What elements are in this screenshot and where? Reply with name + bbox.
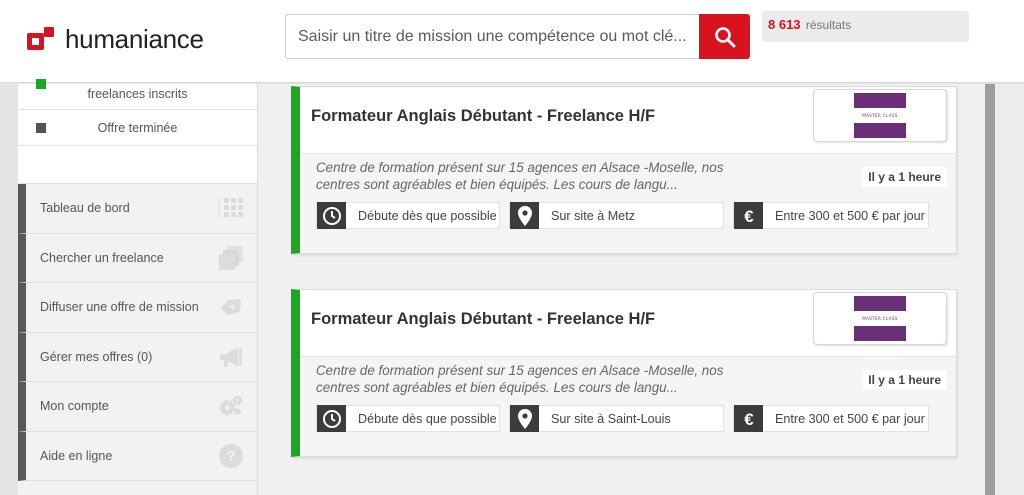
sidebar-item-label: Aide en ligne [40,448,113,463]
start-date-box: Débute dès que possible [316,202,500,229]
search-button[interactable] [699,14,750,59]
legend-item-registered: freelances inscrits [18,79,257,110]
broadcast-icon [218,294,244,320]
offer-time: Il y a 1 heure [862,370,947,390]
search-icon [714,26,735,47]
help-circle-icon: ? [218,443,244,469]
sidebar: freelances inscrits Offre terminée Table… [18,79,258,495]
offer-title[interactable]: Formateur Anglais Débutant - Freelance H… [311,310,655,329]
results-label: résultats [805,18,852,32]
company-logo-text: MASTER CLASS [862,316,898,321]
search-input[interactable] [285,14,699,59]
dashboard-grid-icon [218,195,244,221]
legend-label: Offre terminée [97,121,178,135]
sidebar-item-dashboard[interactable]: Tableau de bord [18,184,257,234]
clock-icon [317,202,346,229]
euro-icon: € [734,405,763,432]
logo-mark-icon [26,25,58,53]
rate-box: € Entre 300 et 500 € par jour [733,202,929,229]
euro-icon: € [734,202,763,229]
right-gutter [995,84,1024,495]
gray-square-icon [36,123,46,133]
green-square-icon [36,79,46,89]
top-header: humaniance 8 613 résultats [0,0,1024,83]
rate-box: € Entre 300 et 500 € par jour [733,405,929,432]
gears-icon [218,393,244,419]
company-logo[interactable]: MASTER CLASS [813,292,947,345]
stacked-cards-icon [218,245,244,271]
offers-list: Formateur Anglais Débutant - Freelance H… [258,84,985,495]
start-label: Débute dès que possible [358,411,497,426]
offer-card[interactable]: Formateur Anglais Débutant - Freelance H… [291,289,957,457]
results-counter: 8 613 résultats [762,11,969,42]
humaniance-logo[interactable]: humaniance [26,22,204,56]
svg-text:?: ? [226,448,235,465]
location-box: Sur site à Metz [509,202,724,229]
offer-description: Centre de formation présent sur 15 agenc… [316,363,724,395]
clock-icon [317,405,346,432]
sidebar-item-label: Gérer mes offres (0) [40,349,153,364]
megaphone-icon [218,344,244,370]
offer-title[interactable]: Formateur Anglais Débutant - Freelance H… [311,107,655,126]
sidebar-item-label: Mon compte [40,399,109,414]
offer-card[interactable]: Formateur Anglais Débutant - Freelance H… [291,86,957,254]
sidebar-item-label: Chercher un freelance [40,250,164,265]
logo-text: humaniance [65,23,204,54]
svg-text:€: € [744,207,754,225]
results-count: 8 613 [768,17,801,32]
svg-text:€: € [744,410,754,428]
sidebar-item-label: Tableau de bord [40,201,130,216]
location-label: Sur site à Saint-Louis [551,411,671,426]
sidebar-item-account[interactable]: Mon compte [18,382,257,432]
map-pin-icon [510,405,539,432]
legend-item-ended: Offre terminée [18,110,257,146]
start-label: Débute dès que possible [358,208,497,223]
map-pin-icon [510,202,539,229]
sidebar-spacer [18,146,257,184]
sidebar-item-manage-offers[interactable]: Gérer mes offres (0) [18,332,257,382]
location-label: Sur site à Metz [551,208,635,223]
company-logo[interactable]: MASTER CLASS [813,89,947,142]
start-date-box: Débute dès que possible [316,405,500,432]
offer-time: Il y a 1 heure [862,167,947,187]
left-gutter [0,84,18,495]
sidebar-item-label: Diffuser une offre de mission [40,300,199,315]
sidebar-item-search-freelance[interactable]: Chercher un freelance [18,233,257,283]
location-box: Sur site à Saint-Louis [509,405,724,432]
company-logo-text: MASTER CLASS [862,113,898,118]
search-bar [285,14,750,59]
sidebar-item-help[interactable]: Aide en ligne ? [18,431,257,481]
sidebar-item-post-offer[interactable]: Diffuser une offre de mission [18,283,257,333]
page-scrollbar[interactable] [985,84,995,495]
rate-label: Entre 300 et 500 € par jour [775,411,925,426]
legend-label: freelances inscrits [87,87,188,101]
offer-description: Centre de formation présent sur 15 agenc… [316,160,724,192]
rate-label: Entre 300 et 500 € par jour [775,208,925,223]
